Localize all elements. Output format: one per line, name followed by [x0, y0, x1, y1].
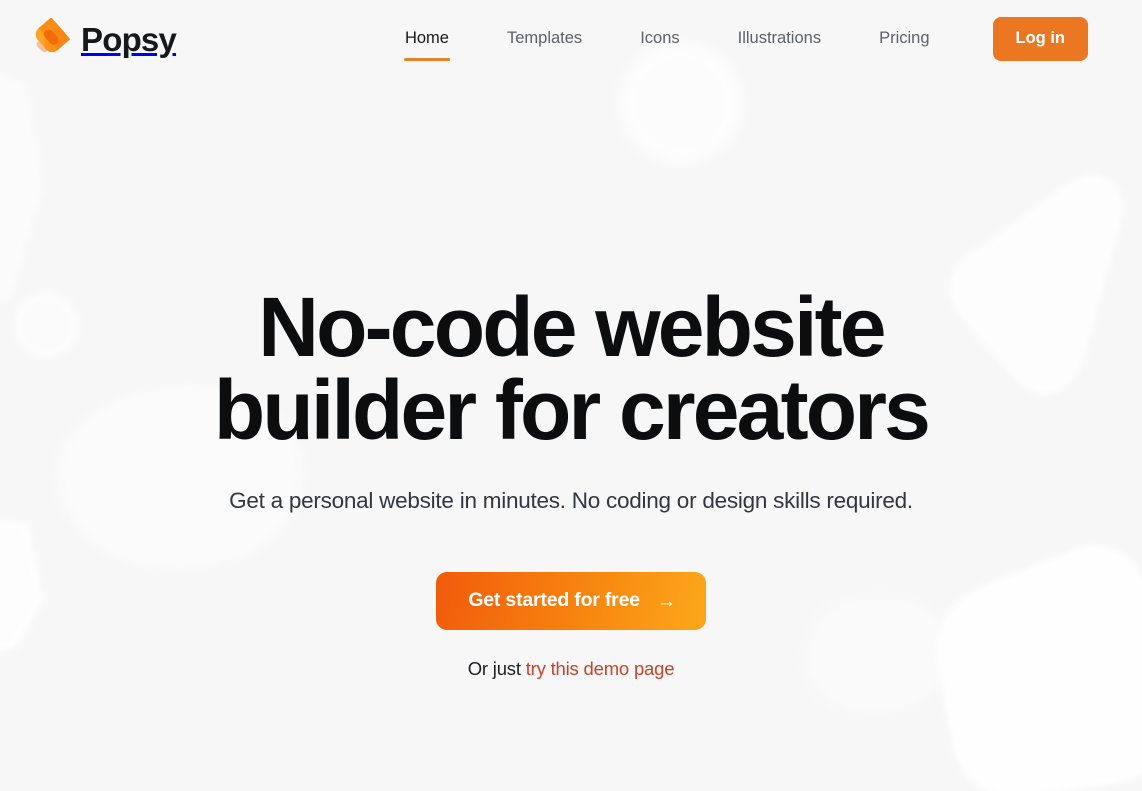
popsicle-icon: [35, 18, 71, 53]
nav-item-pricing[interactable]: Pricing: [850, 22, 958, 55]
hero-section: No-code website builder for creators Get…: [0, 78, 1142, 680]
brand-logo[interactable]: Popsy: [30, 18, 177, 60]
demo-prefix: Or just: [467, 658, 526, 680]
site-header: Popsy Home Templates Icons Illustrations…: [0, 0, 1142, 78]
arrow-right-icon: →: [656, 590, 676, 612]
get-started-button[interactable]: Get started for free →: [436, 571, 706, 631]
page-title-line-1: No-code website: [258, 280, 886, 374]
nav-item-icons[interactable]: Icons: [611, 22, 708, 55]
demo-line: Or just try this demo page: [0, 658, 1142, 680]
page-title: No-code website builder for creators: [151, 285, 991, 452]
nav-item-home[interactable]: Home: [376, 22, 478, 62]
hero-subtitle: Get a personal website in minutes. No co…: [229, 488, 913, 514]
brand-name: Popsy: [81, 20, 177, 58]
main-navigation: Home Templates Icons Illustrations Prici…: [376, 17, 1088, 62]
nav-item-templates[interactable]: Templates: [478, 22, 611, 55]
login-button[interactable]: Log in: [992, 17, 1088, 61]
page-title-line-2: builder for creators: [213, 363, 931, 458]
nav-item-illustrations[interactable]: Illustrations: [709, 22, 850, 55]
demo-page-link[interactable]: try this demo page: [526, 658, 675, 679]
get-started-label: Get started for free: [468, 588, 640, 611]
